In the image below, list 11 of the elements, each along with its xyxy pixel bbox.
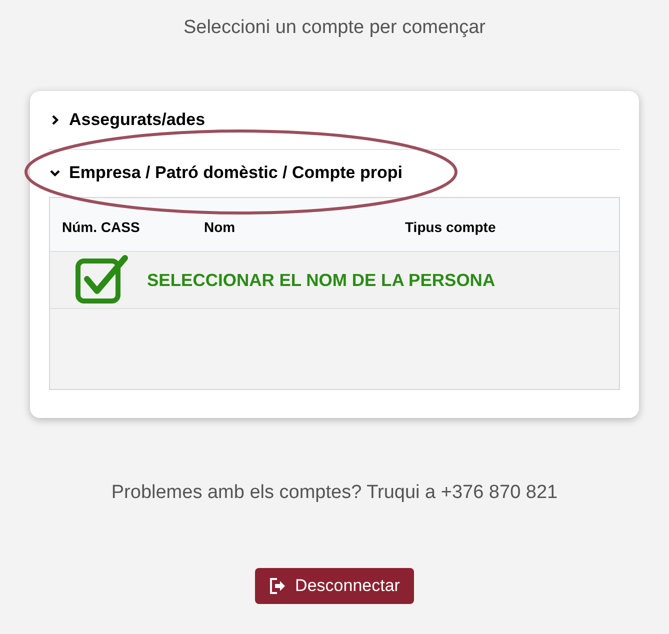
help-text: Problemes amb els comptes? Truqui a +376 870 821 xyxy=(111,481,558,505)
page-heading: Seleccioni un compte per començar xyxy=(183,16,486,40)
sign-out-icon xyxy=(269,576,288,594)
section-toggle[interactable]: Assegurats/ades xyxy=(49,107,206,133)
column-header: Nom xyxy=(204,218,236,237)
instruction-text: SELECCIONAR EL NOM DE LA PERSONA xyxy=(147,268,496,292)
column-header: Núm. CASS xyxy=(62,218,141,237)
chevron-right-icon xyxy=(49,114,61,126)
logout-button[interactable]: Desconnectar xyxy=(255,568,414,604)
column-header: Tipus compte xyxy=(405,218,497,237)
chevron-down-icon xyxy=(49,167,61,179)
